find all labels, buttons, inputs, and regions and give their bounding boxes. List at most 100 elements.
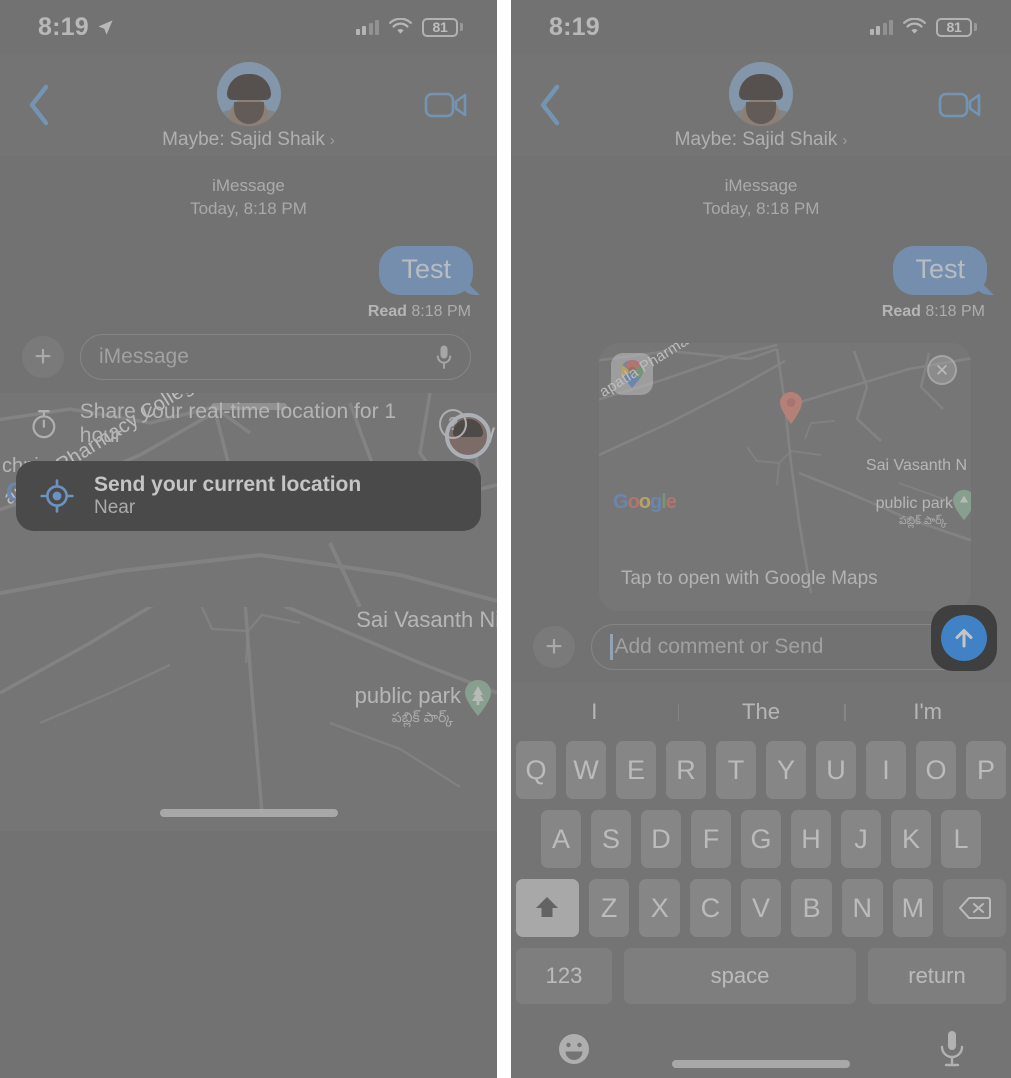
onscreen-keyboard: I The I'm Q W E R T Y U I O P A S D F G … — [511, 683, 1011, 1078]
message-list-right: iMessage Today, 8:18 PM Test Read 8:18 P… — [511, 156, 1011, 612]
key-k[interactable]: K — [891, 810, 931, 869]
key-u[interactable]: U — [816, 741, 856, 800]
conversation-header-right: Maybe: Sajid Shaik › — [511, 54, 1011, 156]
share-realtime-label: Share your real-time location for 1 hour — [79, 400, 397, 448]
key-w[interactable]: W — [566, 741, 606, 800]
key-y[interactable]: Y — [766, 741, 806, 800]
key-n[interactable]: N — [841, 879, 883, 938]
key-o[interactable]: O — [916, 741, 956, 800]
key-m[interactable]: M — [892, 879, 934, 938]
key-z[interactable]: Z — [588, 879, 630, 938]
key-h[interactable]: H — [791, 810, 831, 869]
send-current-location-title: Send your current location — [94, 472, 362, 496]
read-receipt-left: Read 8:18 PM — [0, 295, 497, 321]
contact-name-text: Maybe: Sajid Shaik — [162, 129, 325, 150]
prediction-3[interactable]: I'm — [844, 699, 1011, 725]
home-indicator-right — [672, 1060, 850, 1069]
key-g[interactable]: G — [741, 810, 781, 869]
prediction-1[interactable]: I — [511, 699, 678, 725]
map-canvas-left[interactable] — [0, 393, 497, 832]
composer-left: + iMessage — [0, 321, 497, 393]
message-bubble-test[interactable]: Test — [893, 246, 987, 296]
card-caption[interactable]: Tap to open with Google Maps — [599, 547, 971, 611]
share-realtime-row[interactable]: Share your real-time location for 1 hour… — [0, 393, 497, 455]
map-bottom-strip — [0, 531, 497, 608]
left-phone-screen: 8:19 81 Maybe: Sajid Shaik › iMessage To… — [0, 0, 497, 1078]
message-bubble-test[interactable]: Test — [379, 246, 473, 296]
key-t[interactable]: T — [716, 741, 756, 800]
status-indicators-left: 81 — [355, 17, 463, 37]
backspace-key[interactable] — [943, 879, 1006, 938]
key-v[interactable]: V — [740, 879, 782, 938]
key-a[interactable]: A — [541, 810, 581, 869]
keyboard-row-4: 123 space return — [511, 948, 1011, 1016]
back-button-right[interactable] — [537, 75, 581, 135]
keyboard-footer — [511, 1016, 1011, 1078]
emoji-key[interactable] — [557, 1032, 591, 1066]
key-s[interactable]: S — [591, 810, 631, 869]
predictive-text-bar: I The I'm — [511, 683, 1011, 741]
imessage-input-left[interactable]: iMessage — [80, 334, 471, 381]
prediction-2[interactable]: The — [677, 699, 845, 725]
comment-input-right[interactable]: Add comment or Send — [591, 624, 985, 671]
key-q[interactable]: Q — [516, 741, 556, 800]
text-caret — [610, 634, 613, 661]
key-j[interactable]: J — [841, 810, 881, 869]
avatar — [216, 62, 281, 126]
facetime-video-button-right[interactable] — [935, 81, 985, 129]
dictation-mic-key[interactable] — [939, 1029, 965, 1069]
conversation-timestamp-left: Today, 8:18 PM — [190, 199, 307, 219]
service-label-right: iMessage — [724, 176, 798, 195]
conversation-timestamp-right: Today, 8:18 PM — [702, 199, 820, 219]
add-attachment-button-right[interactable]: + — [533, 626, 575, 669]
help-icon[interactable]: ? — [438, 409, 467, 440]
contact-name-text: Maybe: Sajid Shaik — [674, 129, 838, 150]
park-marker-icon — [953, 490, 971, 521]
receipt-status-right: Read — [881, 303, 921, 321]
key-r[interactable]: R — [666, 741, 706, 800]
status-clock-right: 8:19 — [549, 13, 600, 42]
google-maps-attachment-card[interactable]: ✕ apatla Pharmacy College Rd Google Sai … — [599, 343, 971, 612]
status-time-right: 8:19 — [549, 12, 600, 41]
key-i[interactable]: I — [866, 741, 906, 800]
mic-icon[interactable] — [436, 344, 452, 370]
status-bar-left: 8:19 81 — [0, 0, 497, 54]
key-c[interactable]: C — [690, 879, 731, 938]
contact-name-left: Maybe: Sajid Shaik › — [162, 129, 335, 151]
back-button-left[interactable] — [26, 75, 70, 135]
contact-name-right: Maybe: Sajid Shaik › — [675, 129, 848, 151]
battery-icon: 81 — [422, 17, 463, 37]
key-l[interactable]: L — [941, 810, 981, 869]
send-button-highlight[interactable] — [931, 605, 997, 672]
receipt-time-left: 8:18 PM — [411, 303, 471, 321]
key-d[interactable]: D — [641, 810, 681, 869]
key-x[interactable]: X — [639, 879, 681, 938]
return-key[interactable]: return — [868, 948, 1006, 1005]
key-b[interactable]: B — [791, 879, 832, 938]
backspace-icon — [958, 897, 991, 920]
add-attachment-button-left[interactable]: + — [22, 336, 64, 379]
shift-key[interactable] — [516, 879, 579, 938]
google-maps-icon — [611, 353, 653, 396]
facetime-video-button-left[interactable] — [421, 81, 471, 129]
key-e[interactable]: E — [616, 741, 656, 800]
key-p[interactable]: P — [966, 741, 1006, 800]
comment-placeholder: Add comment or Send — [614, 635, 824, 659]
space-key[interactable]: space — [624, 948, 856, 1005]
key-f[interactable]: F — [691, 810, 731, 869]
panel-divider — [497, 0, 511, 1078]
conversation-meta-left: iMessage Today, 8:18 PM — [0, 174, 497, 220]
send-button[interactable] — [941, 615, 987, 662]
send-current-location-button[interactable]: Send your current location Near — [16, 461, 481, 532]
battery-percent-left: 81 — [432, 19, 448, 35]
video-camera-icon — [938, 92, 981, 118]
status-time-left: 8:19 — [38, 12, 89, 41]
chevron-right-icon: › — [329, 131, 335, 149]
numbers-key[interactable]: 123 — [516, 948, 612, 1005]
park-marker-icon — [465, 680, 491, 717]
status-indicators-right: 81 — [869, 17, 977, 37]
location-arrow-icon — [98, 19, 113, 35]
receipt-time-right: 8:18 PM — [925, 303, 985, 321]
arrow-up-icon — [955, 629, 973, 648]
send-current-location-subtitle: Near — [94, 497, 136, 519]
